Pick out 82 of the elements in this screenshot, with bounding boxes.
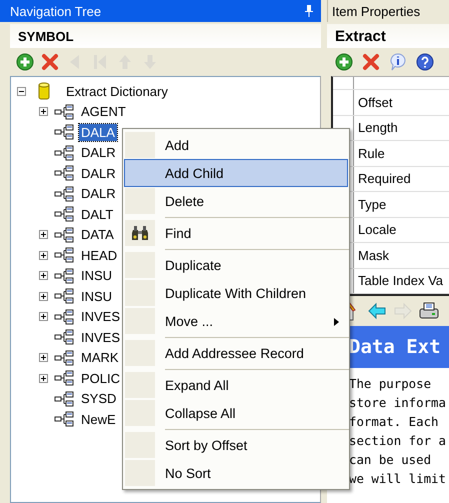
- property-name: Locale: [357, 222, 396, 238]
- header-label: Extract: [335, 28, 386, 44]
- database-icon: [38, 82, 50, 100]
- delete-icon[interactable]: [362, 53, 380, 71]
- tree-item-label[interactable]: DALR: [79, 185, 118, 202]
- hierarchy-icon: [54, 144, 74, 161]
- tree-item-label[interactable]: MARK: [79, 349, 121, 366]
- hierarchy-icon: [54, 226, 74, 243]
- pin-icon[interactable]: [305, 5, 313, 17]
- tree-item-label[interactable]: DALA: [79, 124, 117, 141]
- property-name: Table Index Va: [357, 273, 444, 288]
- expand-toggle[interactable]: [39, 271, 48, 280]
- help-heading: Data Ext: [349, 336, 441, 358]
- hierarchy-icon: [54, 288, 74, 304]
- menu-item[interactable]: Add Child: [124, 159, 348, 187]
- hierarchy-icon: [54, 247, 74, 264]
- info-icon[interactable]: [389, 53, 407, 71]
- tree-item-label[interactable]: AGENT: [79, 103, 128, 120]
- panel-title: Item Properties: [332, 4, 420, 18]
- tree-item-label[interactable]: DATA: [79, 226, 116, 244]
- hierarchy-icon: [54, 390, 74, 407]
- hierarchy-icon: [54, 124, 74, 140]
- property-name: Offset: [357, 94, 392, 110]
- help-icon[interactable]: [416, 53, 434, 71]
- hierarchy-icon: [54, 268, 74, 284]
- property-name: Type: [357, 196, 386, 212]
- menu-item[interactable]: Add Addressee Record: [124, 339, 348, 367]
- hierarchy-icon: [54, 411, 74, 428]
- hierarchy-icon: [54, 329, 74, 346]
- tree-item-label[interactable]: NewE: [79, 410, 118, 428]
- expand-toggle[interactable]: [39, 353, 48, 362]
- menu-item[interactable]: Duplicate With Children: [124, 279, 348, 307]
- tree-item-label[interactable]: HEAD: [79, 246, 120, 264]
- menu-item[interactable]: Expand All: [124, 371, 348, 399]
- panel-title: Navigation Tree: [10, 4, 102, 18]
- hierarchy-icon: [54, 308, 74, 325]
- collapse-toggle[interactable]: [17, 86, 26, 96]
- tree-item-label[interactable]: DALT: [79, 206, 116, 223]
- help-text-line: format. Each: [349, 413, 440, 431]
- printer-icon[interactable]: [419, 301, 439, 321]
- expand-toggle[interactable]: [39, 374, 48, 383]
- hierarchy-icon: [54, 165, 74, 182]
- expand-toggle[interactable]: [39, 312, 48, 322]
- menu-item[interactable]: Move ...: [124, 307, 348, 335]
- header-label: SYMBOL: [18, 28, 74, 44]
- hierarchy-icon: [54, 350, 74, 366]
- tree-item-label[interactable]: SYSD: [79, 390, 118, 408]
- tree-item-label[interactable]: DALR: [79, 164, 118, 182]
- help-text-line: can be used: [349, 451, 432, 469]
- menu-item[interactable]: Find: [124, 219, 348, 247]
- add-icon[interactable]: [335, 53, 353, 71]
- tree-item-label[interactable]: INVES: [79, 308, 122, 326]
- expand-toggle[interactable]: [39, 230, 48, 240]
- delete-icon[interactable]: [41, 53, 59, 71]
- hierarchy-icon: [54, 206, 74, 222]
- back-arrow-icon[interactable]: [367, 301, 387, 321]
- menu-item[interactable]: Duplicate: [124, 251, 348, 279]
- property-name: Mask: [357, 248, 390, 263]
- tree-item-label[interactable]: INSU: [79, 288, 114, 305]
- help-text-line: The purpose: [349, 375, 432, 393]
- tree-item-label[interactable]: INSU: [79, 267, 114, 284]
- menu-item[interactable]: Add: [124, 131, 348, 159]
- menu-item[interactable]: Delete: [124, 187, 348, 215]
- property-name: Length: [357, 120, 398, 136]
- tree-item-label[interactable]: Extract Dictionary: [64, 82, 170, 100]
- tree-item-label[interactable]: INVES: [79, 328, 122, 346]
- hierarchy-icon: [54, 104, 74, 120]
- property-name: Required: [357, 171, 411, 186]
- hierarchy-icon: [54, 186, 74, 202]
- expand-toggle[interactable]: [39, 107, 48, 116]
- menu-item[interactable]: Collapse All: [124, 399, 348, 427]
- hierarchy-icon: [54, 370, 74, 386]
- menu-item[interactable]: No Sort: [124, 459, 348, 487]
- help-text-line: section for a: [349, 432, 447, 450]
- tree-item-label[interactable]: DALR: [79, 144, 118, 162]
- add-icon[interactable]: [16, 53, 34, 71]
- tree-item-label[interactable]: POLIC: [79, 370, 122, 387]
- help-text-line: store informa: [349, 394, 447, 412]
- menu-item[interactable]: Sort by Offset: [124, 431, 348, 459]
- property-name: Rule: [357, 146, 385, 161]
- expand-toggle[interactable]: [39, 292, 48, 301]
- expand-toggle[interactable]: [39, 250, 48, 260]
